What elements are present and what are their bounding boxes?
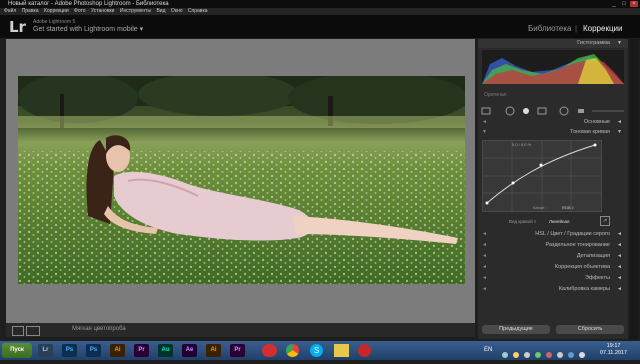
clock[interactable]: 19:17 07.11.2017: [600, 343, 627, 357]
menu-window[interactable]: Окно: [171, 8, 183, 15]
start-button[interactable]: Пуск: [2, 343, 32, 358]
menu-settings[interactable]: Установки: [91, 8, 115, 15]
taskbar-app-icon[interactable]: Pr: [134, 344, 149, 357]
channel-select[interactable]: RGB ◊: [562, 205, 574, 210]
tone-curve-label: Тоновая кривая: [570, 129, 610, 135]
photo-image: [18, 76, 465, 284]
soft-proofing-label[interactable]: Мягкая цветопроба: [72, 326, 126, 332]
loupe-view-icon[interactable]: [12, 326, 24, 336]
panel-hsl-header[interactable]: ◄ HSL / Цвет / Градации серого ◄: [478, 230, 628, 239]
curve-readout: 0.0 / 0.0 %: [512, 142, 532, 147]
panel-basic-header[interactable]: ◄ Основные ◄: [478, 118, 628, 127]
menu-edit[interactable]: Правка: [22, 8, 39, 15]
menu-photo[interactable]: Фото: [74, 8, 86, 15]
system-tray: [500, 346, 590, 358]
mobile-link[interactable]: Get started with Lightroom mobile ▾: [33, 25, 143, 33]
taskbar-app-icon[interactable]: Au: [158, 344, 173, 357]
menu-tools[interactable]: Инструменты: [120, 8, 151, 15]
menu-bar: Файл Правка Коррекции Фото Установки Инс…: [0, 8, 640, 15]
panel-effects-header[interactable]: ◄ Эффекты ◄: [478, 274, 628, 283]
taskbar-app-icon[interactable]: Lr: [38, 344, 53, 357]
menu-develop[interactable]: Коррекции: [44, 8, 69, 15]
window-title: Новый каталог - Adobe Photoshop Lightroo…: [8, 1, 169, 7]
hsl-label: HSL / Цвет / Градации серого: [535, 231, 610, 237]
taskbar-app-icon[interactable]: Pr: [230, 344, 245, 357]
collapse-icon: ▼: [617, 40, 622, 46]
taskbar-app-icon[interactable]: Ai: [110, 344, 125, 357]
channel-label: Канал :: [533, 205, 547, 210]
lens-label: Коррекция объектива: [554, 264, 610, 270]
clock-date: 07.11.2017: [600, 350, 628, 356]
taskbar-app-icon[interactable]: Ps: [62, 344, 77, 357]
tool-strip: [480, 103, 626, 116]
panel-split-toning-header[interactable]: ◄ Раздельное тонирование ◄: [478, 241, 628, 250]
curve-edit-icon[interactable]: ↗: [600, 216, 610, 226]
clock-time: 19:17: [606, 343, 621, 349]
histogram: [482, 50, 624, 84]
panel-scrollbar[interactable]: [630, 39, 638, 339]
taskbar-app-icon[interactable]: Ai: [206, 344, 221, 357]
record-icon[interactable]: [358, 344, 371, 357]
maximize-button[interactable]: □: [620, 1, 628, 7]
tone-curve-graph[interactable]: [482, 140, 602, 212]
chrome-icon[interactable]: [286, 344, 299, 357]
detail-label: Детализация: [576, 253, 610, 259]
basic-label: Основные: [583, 119, 610, 125]
panel-tone-curve-header[interactable]: ▼ Тоновая кривая ▼: [478, 128, 628, 137]
menu-view[interactable]: Вид: [156, 8, 165, 15]
taskbar-app-icon[interactable]: Ps: [86, 344, 101, 357]
point-curve-label: Вид кривой ◊: [509, 219, 537, 224]
calibration-label: Калибровка камеры: [558, 286, 610, 292]
lightroom-logo: Lr: [9, 18, 26, 36]
compare-view-icon[interactable]: [26, 326, 40, 336]
panel-lens-header[interactable]: ◄ Коррекция объектива ◄: [478, 263, 628, 272]
title-bar: Новый каталог - Adobe Photoshop Lightroo…: [0, 0, 640, 8]
histogram-label: Гистограмма: [577, 40, 610, 46]
histogram-graph: [482, 54, 624, 84]
expand-icon: ◄: [617, 119, 622, 125]
opera-icon[interactable]: [262, 344, 277, 357]
panel-detail-header[interactable]: ◄ Детализация ◄: [478, 252, 628, 261]
module-separator: |: [575, 24, 578, 33]
previous-button[interactable]: Предыдущие: [482, 325, 550, 334]
point-curve-select[interactable]: Линейная: [549, 219, 569, 224]
effects-label: Эффекты: [584, 275, 610, 281]
photo: [18, 76, 465, 284]
module-library[interactable]: Библиотека: [528, 24, 572, 33]
module-develop[interactable]: Коррекции: [583, 24, 622, 33]
folder-icon[interactable]: [334, 344, 349, 357]
close-button[interactable]: ×: [630, 1, 638, 7]
collapse-icon: ▼: [617, 129, 622, 135]
panel-histogram-header[interactable]: Гистограмма ▼: [478, 39, 628, 48]
panel-calibration-header[interactable]: ◄ Калибровка камеры ◄: [478, 285, 628, 294]
taskbar-app-icon[interactable]: Ae: [182, 344, 197, 357]
skype-icon[interactable]: S: [310, 344, 323, 357]
reset-button[interactable]: Сбросить: [556, 325, 624, 334]
split-toning-label: Раздельное тонирование: [545, 242, 610, 248]
minimize-button[interactable]: _: [610, 1, 618, 7]
language-indicator[interactable]: EN: [484, 347, 492, 353]
original-label: Оригинал: [484, 92, 507, 98]
menu-file[interactable]: Файл: [4, 8, 16, 15]
menu-help[interactable]: Справка: [188, 8, 208, 15]
